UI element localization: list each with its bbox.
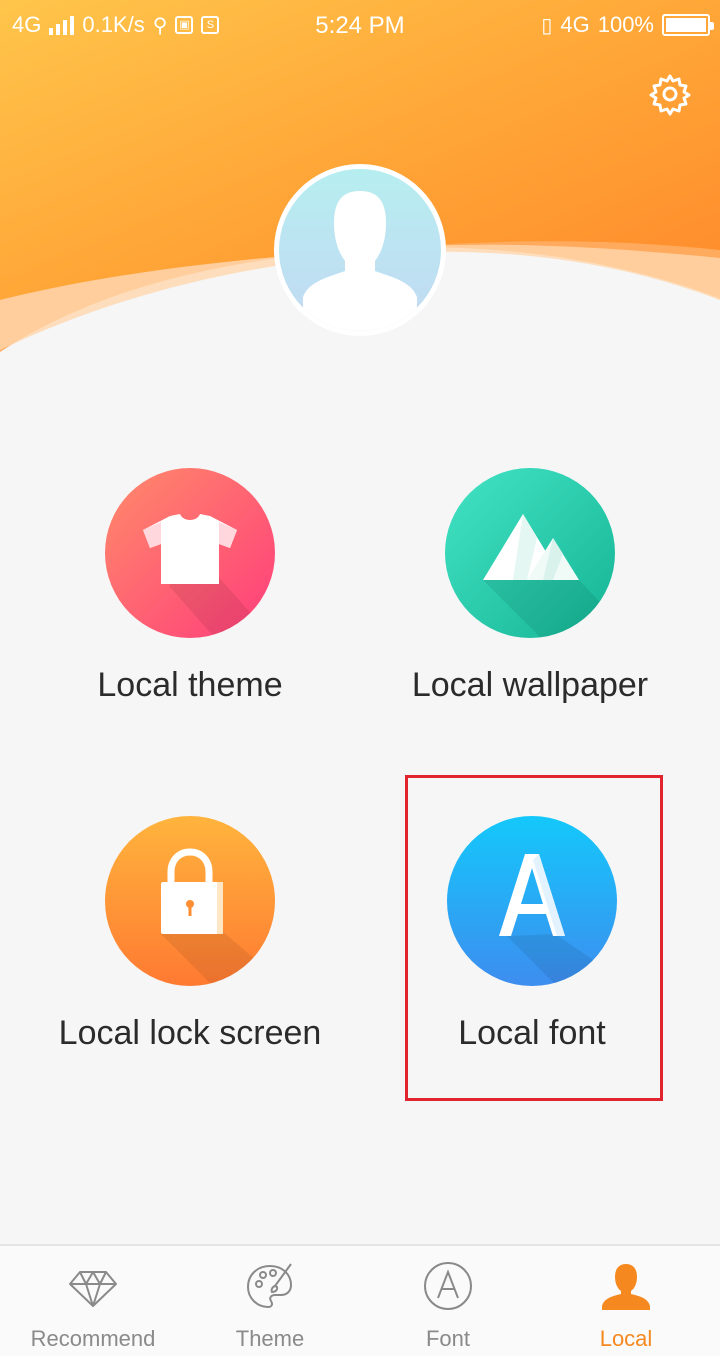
tab-recommend[interactable]: Recommend bbox=[3, 1246, 183, 1356]
tab-theme-label: Theme bbox=[235, 1326, 305, 1351]
tile-local-lock-screen[interactable]: Local lock screen bbox=[20, 816, 360, 1053]
tab-theme[interactable]: Theme bbox=[180, 1246, 360, 1356]
status-bar: 4G 0.1K/s ⚲ ▣ S 5:24 PM ▯ 4G 100% bbox=[0, 0, 720, 50]
network-type-right: 4G bbox=[560, 12, 590, 37]
clock: 5:24 PM bbox=[315, 12, 405, 39]
battery-icon bbox=[662, 14, 714, 36]
local-wallpaper-label: Local wallpaper bbox=[411, 666, 649, 704]
tile-local-theme[interactable]: Local theme bbox=[20, 468, 360, 705]
vibrate-icon: ▯ bbox=[541, 14, 553, 37]
local-theme-circle bbox=[105, 468, 275, 638]
battery-percent: 100% bbox=[597, 12, 654, 37]
tab-local-label: Local bbox=[599, 1326, 653, 1351]
local-wallpaper-circle bbox=[445, 468, 615, 638]
bottom-tab-bar: Recommend Theme Font Local bbox=[0, 1244, 720, 1356]
local-theme-label: Local theme bbox=[97, 666, 283, 704]
person-icon bbox=[602, 1264, 650, 1310]
gear-icon[interactable] bbox=[648, 72, 692, 116]
avatar[interactable] bbox=[274, 164, 446, 336]
palette-icon bbox=[246, 1263, 293, 1309]
font-circle-icon bbox=[424, 1262, 472, 1310]
tab-font[interactable]: Font bbox=[358, 1246, 538, 1356]
padlock-icon bbox=[161, 848, 275, 986]
shirt-icon bbox=[143, 514, 275, 638]
tab-local[interactable]: Local bbox=[536, 1246, 716, 1356]
highlight-box bbox=[405, 775, 663, 1101]
local-lock-screen-label: Local lock screen bbox=[58, 1014, 322, 1052]
mountain-icon bbox=[483, 514, 615, 638]
tab-recommend-label: Recommend bbox=[30, 1326, 156, 1351]
diamond-icon bbox=[69, 1271, 117, 1307]
tile-local-wallpaper[interactable]: Local wallpaper bbox=[360, 468, 700, 705]
person-silhouette-icon bbox=[303, 191, 417, 331]
local-lock-screen-circle bbox=[105, 816, 275, 986]
tab-font-label: Font bbox=[425, 1326, 471, 1351]
